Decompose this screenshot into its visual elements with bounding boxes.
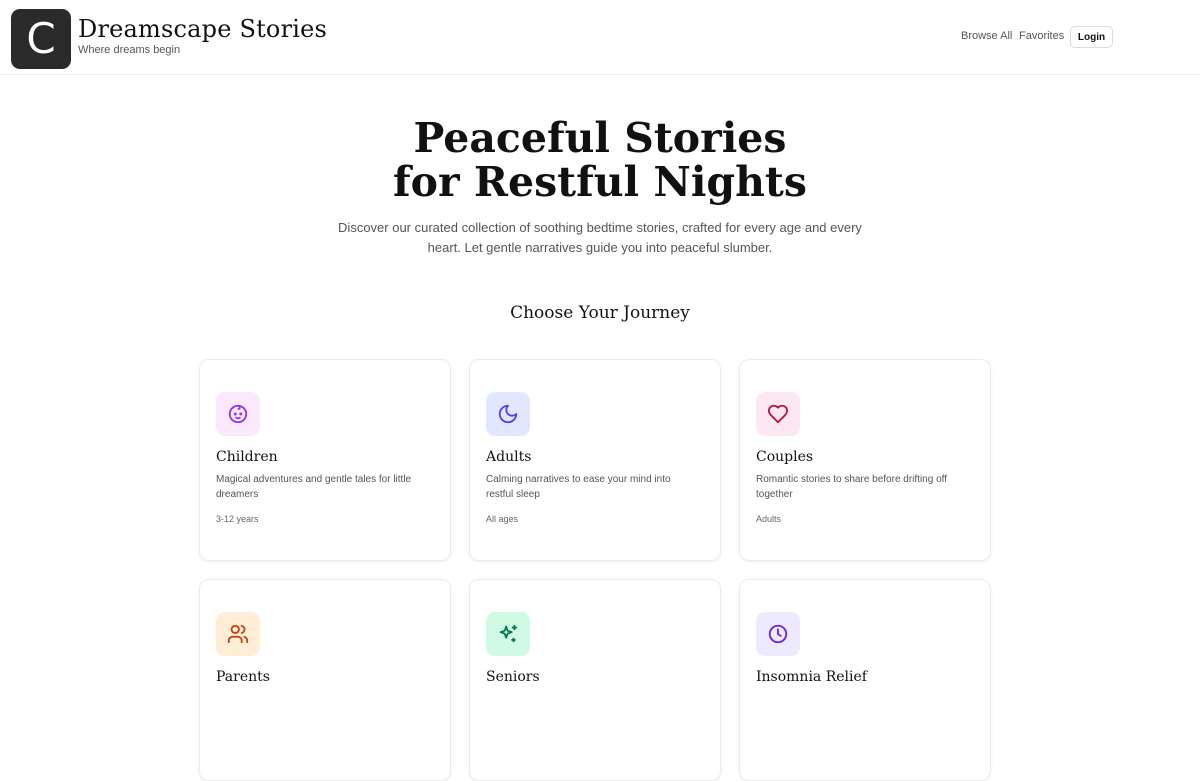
card-icon-container bbox=[486, 392, 530, 436]
nav-favorites-link[interactable]: Favorites bbox=[1019, 30, 1064, 42]
card-age-range: 3-12 years bbox=[216, 514, 259, 524]
hero-title: Peaceful Stories for Restful Nights bbox=[0, 116, 1200, 204]
card-title: Children bbox=[216, 449, 278, 465]
hero-subtitle: Discover our curated collection of sooth… bbox=[338, 220, 862, 255]
card-age-range: All ages bbox=[486, 514, 519, 524]
card-title: Adults bbox=[486, 449, 532, 465]
category-card-parents[interactable]: Parents bbox=[199, 579, 451, 781]
category-card-insomnia-relief[interactable]: Insomnia Relief bbox=[739, 579, 991, 781]
card-icon-container bbox=[216, 612, 260, 656]
brand-title[interactable]: Dreamscape Stories bbox=[78, 14, 327, 44]
category-card-children[interactable]: Children Magical adventures and gentle t… bbox=[199, 359, 451, 561]
hero-title-line-1: Peaceful Stories bbox=[413, 114, 787, 162]
logo[interactable]: C bbox=[11, 9, 71, 69]
clock-icon bbox=[768, 624, 788, 644]
site-header: C Dreamscape Stories Where dreams begin … bbox=[0, 0, 1200, 75]
card-icon-container bbox=[216, 392, 260, 436]
login-button[interactable]: Login bbox=[1070, 26, 1113, 48]
brand-tagline: Where dreams begin bbox=[78, 44, 181, 56]
card-title: Insomnia Relief bbox=[756, 669, 867, 685]
card-icon-container bbox=[756, 392, 800, 436]
category-card-couples[interactable]: Couples Romantic stories to share before… bbox=[739, 359, 991, 561]
card-description: Magical adventures and gentle tales for … bbox=[216, 474, 412, 500]
card-age-range: Adults bbox=[756, 514, 782, 524]
card-icon-container bbox=[486, 612, 530, 656]
moon-icon bbox=[498, 404, 518, 424]
category-card-seniors[interactable]: Seniors bbox=[469, 579, 721, 781]
section-title: Choose Your Journey bbox=[510, 303, 690, 323]
card-title: Parents bbox=[216, 669, 270, 685]
users-icon bbox=[227, 624, 249, 644]
card-description: Romantic stories to share before driftin… bbox=[756, 474, 948, 500]
sparkles-icon bbox=[499, 624, 518, 643]
nav-browse-all-link[interactable]: Browse All bbox=[961, 30, 1012, 42]
baby-face-icon bbox=[228, 404, 248, 424]
card-description: Calming narratives to ease your mind int… bbox=[486, 474, 671, 500]
card-title: Seniors bbox=[486, 669, 540, 685]
hero-title-line-2: for Restful Nights bbox=[393, 158, 807, 206]
card-title: Couples bbox=[756, 449, 814, 465]
heart-icon bbox=[767, 404, 789, 424]
card-icon-container bbox=[756, 612, 800, 656]
category-card-adults[interactable]: Adults Calming narratives to ease your m… bbox=[469, 359, 721, 561]
